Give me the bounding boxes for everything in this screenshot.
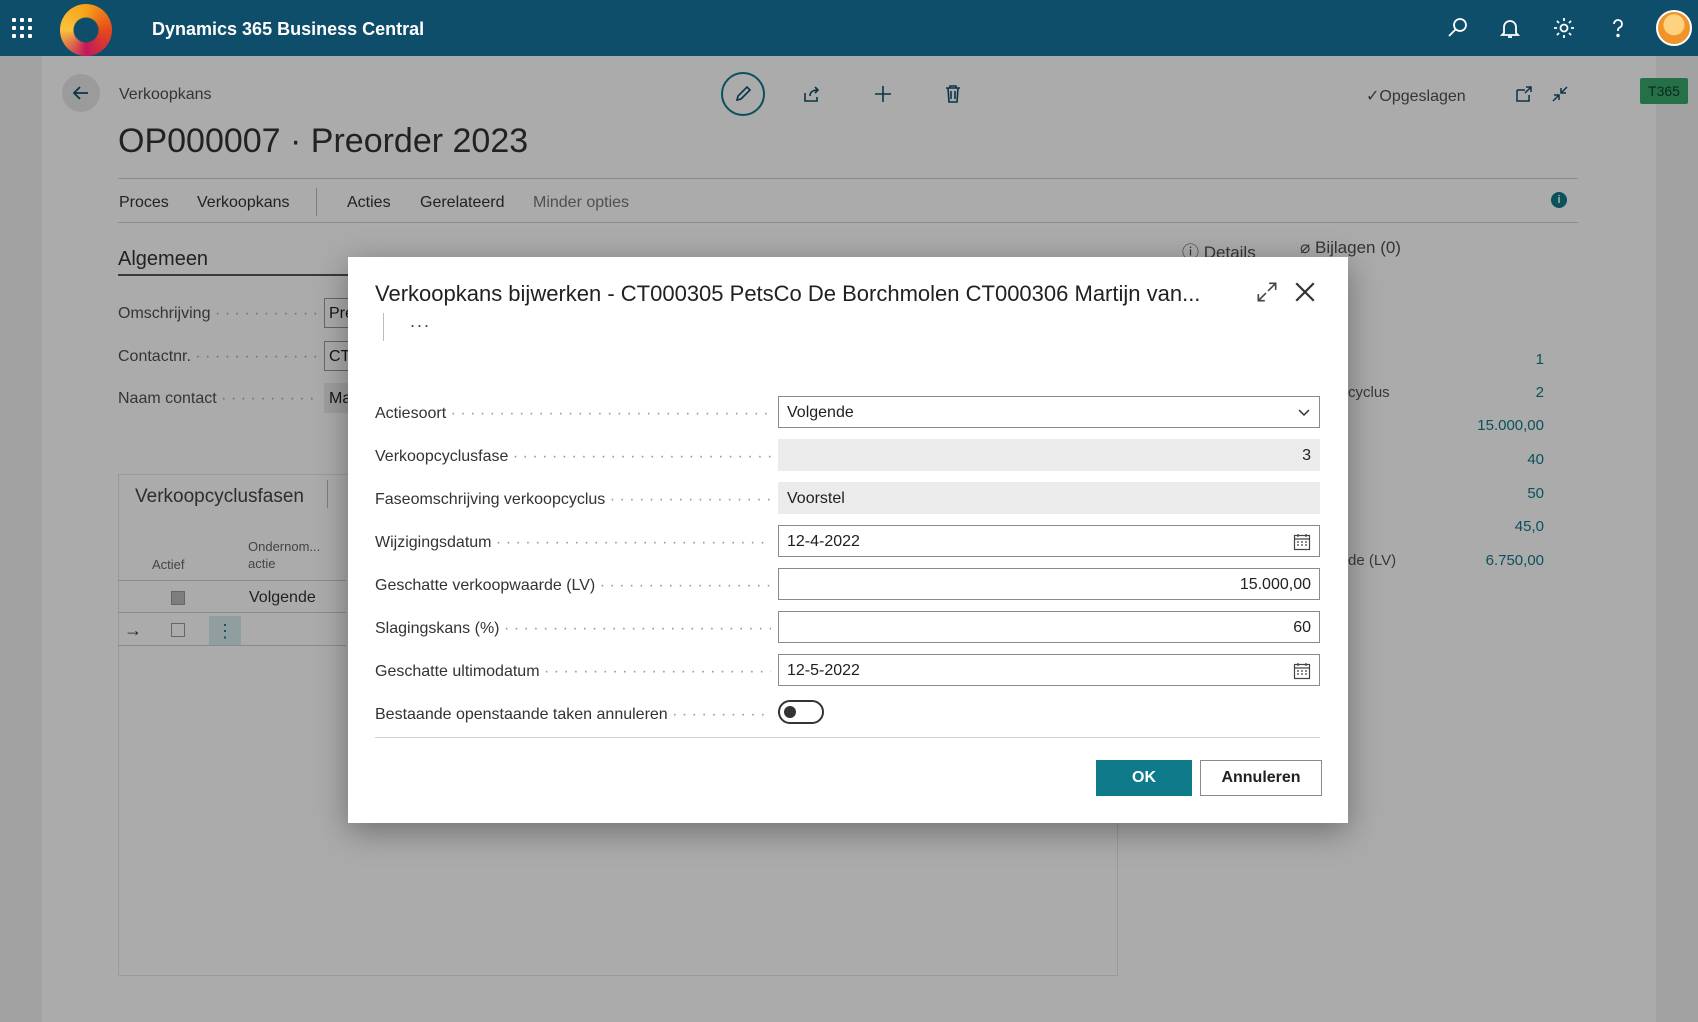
app-title: Dynamics 365 Business Central [152, 19, 425, 39]
ok-button[interactable]: OK [1096, 760, 1192, 796]
close-icon[interactable] [1290, 277, 1320, 307]
faseomschrijving-label: Faseomschrijving verkoopcyclus [375, 491, 771, 509]
actiesoort-value: Volgende [787, 404, 854, 421]
slagingskans-label: Slagingskans (%) [375, 620, 771, 638]
ultimodatum-label: Geschatte ultimodatum [375, 663, 771, 681]
slagingskans-input[interactable]: 60 [778, 611, 1320, 643]
wijzigingsdatum-label: Wijzigingsdatum [375, 534, 771, 552]
wijzigingsdatum-input[interactable]: 12-4-2022 [778, 525, 1320, 557]
user-avatar[interactable] [1656, 10, 1692, 46]
ultimodatum-value: 12-5-2022 [787, 662, 860, 679]
top-bar: Dynamics 365 Business Central [0, 0, 1698, 56]
calendar-icon[interactable] [1293, 533, 1311, 551]
help-icon[interactable] [1606, 16, 1630, 40]
app-launcher-icon[interactable] [12, 18, 32, 38]
gear-icon[interactable] [1552, 16, 1576, 40]
annuleren-taken-toggle[interactable] [778, 700, 824, 724]
verkoopwaarde-input[interactable]: 15.000,00 [778, 568, 1320, 600]
expand-icon[interactable] [1254, 279, 1280, 305]
ultimodatum-input[interactable]: 12-5-2022 [778, 654, 1320, 686]
calendar-icon[interactable] [1293, 662, 1311, 680]
more-options-button[interactable]: ... [410, 311, 431, 332]
bell-icon[interactable] [1498, 16, 1522, 40]
dialog-divider [375, 737, 1320, 738]
verkoopwaarde-label: Geschatte verkoopwaarde (LV) [375, 577, 771, 595]
actiesoort-select[interactable]: Volgende [778, 396, 1320, 428]
dialog-title: Verkoopkans bijwerken - CT000305 PetsCo … [375, 281, 1201, 306]
dialog-separator [383, 313, 384, 341]
annuleren-taken-label: Bestaande openstaande taken annuleren [375, 706, 771, 724]
update-opportunity-dialog: Verkoopkans bijwerken - CT000305 PetsCo … [348, 257, 1348, 823]
wijzigingsdatum-value: 12-4-2022 [787, 533, 860, 550]
company-logo [60, 4, 112, 56]
verkoopcyclusfase-field: 3 [778, 439, 1320, 471]
faseomschrijving-field: Voorstel [778, 482, 1320, 514]
verkoopcyclusfase-label: Verkoopcyclusfase [375, 448, 771, 466]
search-icon[interactable] [1446, 16, 1470, 40]
actiesoort-label: Actiesoort [375, 405, 771, 423]
chevron-down-icon [1298, 409, 1310, 417]
cancel-button[interactable]: Annuleren [1200, 760, 1322, 796]
